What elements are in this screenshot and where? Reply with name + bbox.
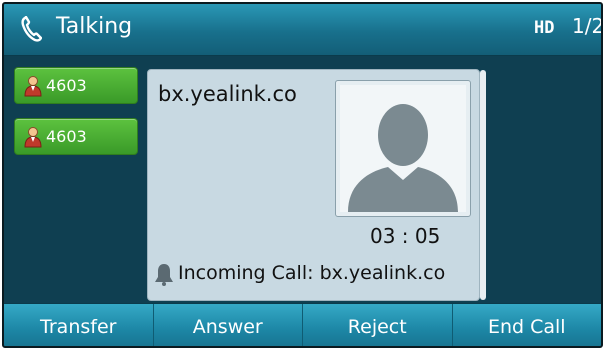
line-key-label: 4603 [46,76,87,95]
contact-icon [24,76,42,97]
contact-icon [24,127,42,148]
end-call-button[interactable]: End Call [453,304,602,346]
page-indicator: 1/2 [572,14,603,38]
incoming-caller: bx.yealink.co [319,262,446,284]
answer-button[interactable]: Answer [154,304,303,346]
line-key-2[interactable]: 4603 [14,118,138,155]
call-area: 4603 4603 bx.yealink.co 03 : 05 Incoming… [4,56,601,303]
softkey-bar: Transfer Answer Reject End Call [4,303,602,346]
contact-photo [335,80,471,217]
person-silhouette-icon [340,85,466,212]
call-timer: 03 : 05 [370,224,441,248]
status-header: Talking HD 1/2 [4,4,601,56]
reject-button[interactable]: Reject [303,304,453,346]
scrollbar[interactable] [480,70,486,300]
line-key-label: 4603 [46,127,87,146]
line-key-1[interactable]: 4603 [14,67,138,104]
handset-icon [21,16,42,42]
incoming-call-notice: Incoming Call: bx.yealink.co [178,262,445,284]
call-info-card[interactable]: bx.yealink.co 03 : 05 Incoming Call: bx.… [147,69,480,301]
transfer-button[interactable]: Transfer [4,304,154,346]
incoming-prefix: Incoming Call: [178,262,314,284]
remote-party-name: bx.yealink.co [158,82,297,106]
hd-badge: HD [534,18,555,38]
scroll-thumb[interactable] [480,70,486,300]
phone-screen: Talking HD 1/2 4603 4603 bx.yealink.co 0… [2,2,603,348]
page-title: Talking [56,14,133,39]
bell-icon [155,264,173,286]
